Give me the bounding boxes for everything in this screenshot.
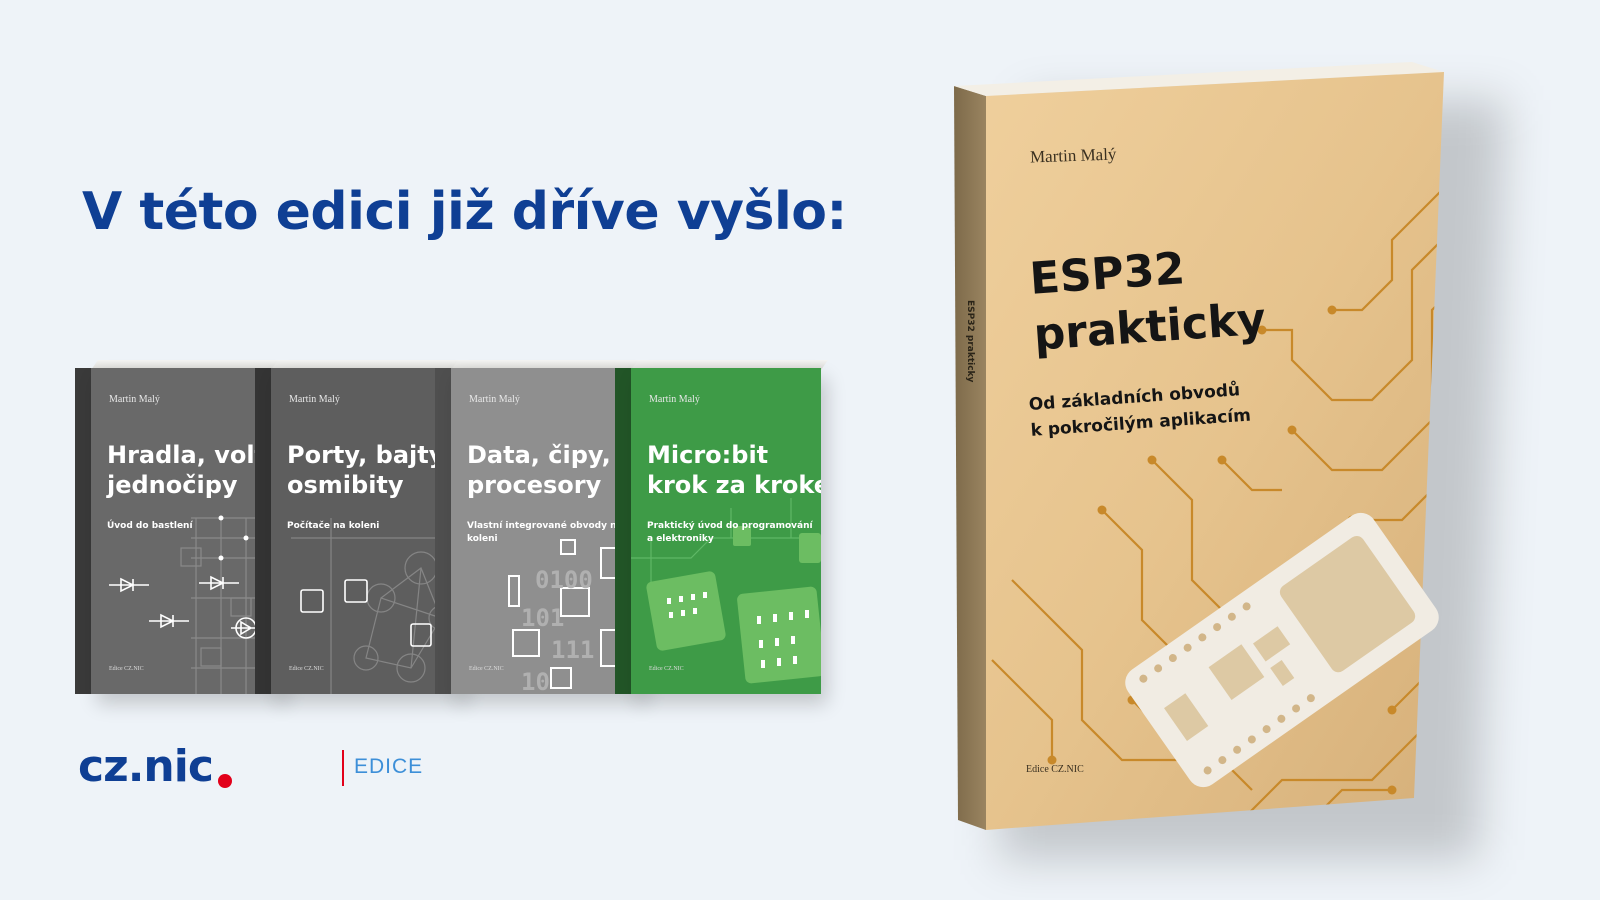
logo-mark: cz.nic bbox=[78, 741, 214, 792]
svg-text:111: 111 bbox=[551, 636, 594, 664]
svg-text:10: 10 bbox=[521, 668, 550, 694]
book-author: Martin Malý bbox=[109, 394, 160, 405]
book-author: Martin Malý bbox=[1029, 144, 1117, 167]
book-cover: 0100 101 111 10 Martin Malý Data, čipy, … bbox=[451, 368, 641, 694]
book-porty-bajty-osmibity[interactable]: Martin Malý Porty, bajty, osmibity Počít… bbox=[255, 360, 469, 696]
svg-text:101: 101 bbox=[521, 604, 564, 632]
book-author: Martin Malý bbox=[469, 394, 520, 405]
book-author: Martin Malý bbox=[289, 394, 340, 405]
book-author: Martin Malý bbox=[649, 394, 700, 405]
svg-text:0100: 0100 bbox=[535, 566, 593, 594]
book-body bbox=[954, 62, 1444, 830]
book-edition: Edice CZ.NIC bbox=[289, 666, 324, 672]
book-subtitle: Praktický úvod do programování a elektro… bbox=[647, 521, 813, 544]
headline: V této edici již dříve vyšlo: bbox=[82, 182, 847, 242]
book-spine bbox=[255, 368, 271, 694]
book-hradla-volty-jednocipy[interactable]: Martin Malý Hradla, volty, jednočipy Úvo… bbox=[75, 360, 289, 696]
book-edition: Edice CZ.NIC bbox=[109, 666, 144, 672]
book-spine-title: ESP32 prakticky bbox=[965, 300, 975, 383]
book-cover: Martin Malý Hradla, volty, jednočipy Úvo… bbox=[91, 368, 281, 694]
book-cover: Martin Malý Porty, bajty, osmibity Počít… bbox=[271, 368, 461, 694]
book-data-cipy-procesory[interactable]: 0100 101 111 10 Martin Malý Data, čipy, … bbox=[435, 360, 649, 696]
book-title: ESP32 prakticky bbox=[1028, 243, 1268, 361]
logo-label: EDICE bbox=[354, 755, 424, 778]
featured-book-esp32-prakticky[interactable]: ESP32 prakticky Martin Malý ESP32 prakti… bbox=[952, 60, 1506, 860]
book-spine bbox=[615, 368, 631, 694]
book-edition: Edice CZ.NIC bbox=[1026, 764, 1084, 775]
logo-dot bbox=[218, 774, 232, 788]
logo-separator bbox=[342, 750, 344, 786]
book-title: Micro:bit krok za krokem bbox=[647, 441, 821, 499]
book-spine bbox=[435, 368, 451, 694]
book-edition: Edice CZ.NIC bbox=[649, 666, 684, 672]
book-edition: Edice CZ.NIC bbox=[469, 666, 504, 672]
book-microbit-krok-za-krokem[interactable]: Martin Malý Micro:bit krok za krokem Pra… bbox=[615, 360, 829, 696]
book-spine bbox=[75, 368, 91, 694]
book-cover: Martin Malý Micro:bit krok za krokem Pra… bbox=[631, 368, 821, 694]
